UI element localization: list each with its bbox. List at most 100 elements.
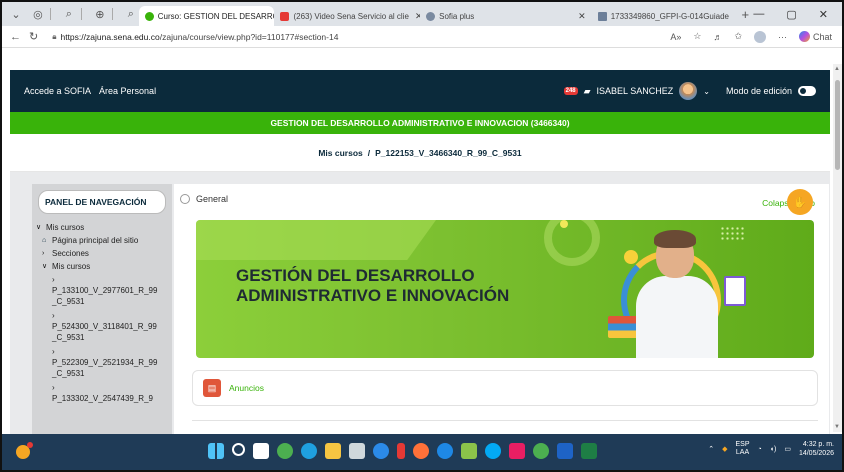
favorites-icon[interactable]: ✩	[734, 31, 742, 42]
profile-icon[interactable]	[753, 30, 766, 43]
widgets-icon[interactable]	[16, 442, 33, 459]
more-icon[interactable]: ···	[778, 32, 787, 42]
url-field[interactable]: 🔒︎ https://zajuna.sena.edu.co /zajuna/co…	[46, 28, 607, 45]
tab-menu-icon[interactable]: ⌄	[8, 6, 24, 22]
edit-mode-label: Modo de edición	[725, 86, 792, 96]
nav-course-item[interactable]: › P_524300_V_3118401_R_99_C_9531	[36, 310, 172, 343]
chevron-up-icon[interactable]: ⌃	[708, 445, 714, 453]
system-tray: ⌃ ◆ ESP LAA ◔ ◖) ▭ 4:32 p. m. 14/05/2026	[708, 440, 834, 458]
personal-area-link[interactable]: Área Personal	[99, 86, 156, 96]
copilot-icon[interactable]	[373, 443, 389, 459]
whatsapp-icon[interactable]	[533, 443, 549, 459]
scroll-up-icon[interactable]: ▲	[834, 66, 840, 72]
tab-course[interactable]: Curso: GESTION DEL DESARROLL ✕	[138, 6, 275, 26]
breadcrumb-separator: /	[367, 147, 371, 158]
edge-icon[interactable]	[301, 443, 317, 459]
window-controls: — ▢ ✕	[753, 8, 842, 21]
nav-course-item[interactable]: › P_133302_V_2547439_R_9	[36, 382, 172, 404]
handshake-help-icon[interactable]: ✋	[787, 189, 813, 215]
course-favicon-icon	[144, 11, 154, 21]
clock[interactable]: 4:32 p. m. 14/05/2026	[799, 440, 834, 458]
close-window-icon[interactable]: ✕	[819, 8, 828, 21]
chevron-right-icon: ›	[52, 275, 55, 284]
minimize-icon[interactable]: —	[753, 8, 764, 21]
extensions-icon[interactable]: ♬	[713, 32, 722, 42]
section-header[interactable]: General	[180, 194, 228, 204]
announcements-link[interactable]: Anuncios	[229, 383, 264, 393]
messages-icon[interactable]: ▰	[584, 86, 591, 97]
language-top: ESP	[735, 441, 750, 448]
globe-icon[interactable]: ⊕	[92, 6, 108, 22]
tab-sofia[interactable]: Sofia plus ✕	[420, 6, 592, 26]
firefox-icon[interactable]	[413, 443, 429, 459]
avatar[interactable]	[679, 82, 698, 100]
excel-icon[interactable]	[581, 443, 597, 459]
user-name[interactable]: ISABEL SANCHEZ	[597, 86, 674, 96]
banner-title-line1: GESTIÓN DEL DESARROLLO	[236, 266, 475, 285]
breadcrumb-current[interactable]: P_122153_V_3466340_R_99_C_9531	[375, 148, 522, 158]
favorite-star-icon[interactable]: ☆	[693, 31, 701, 42]
books-icon	[608, 316, 638, 338]
copilot-chat-button[interactable]: Chat	[798, 31, 832, 42]
tab-video[interactable]: (263) Video Sena Servicio al clie ✕	[274, 6, 420, 26]
language-bottom: LAA	[735, 449, 750, 456]
chrome-icon[interactable]	[277, 443, 293, 459]
scroll-down-icon[interactable]: ▼	[834, 424, 840, 430]
youtube-favicon-icon	[280, 11, 290, 21]
tab-bar: ⌄ ◎ ⌕ ⊕ ⌕ Curso: GESTION DEL DESARROLL ✕…	[2, 2, 842, 26]
tab-guide[interactable]: 1733349860_GFPI-G-014Guiade ✕	[592, 6, 732, 26]
close-tab-icon[interactable]: ✕	[578, 11, 586, 22]
battery-icon[interactable]: ▭	[784, 445, 791, 453]
nav-item[interactable]: › Secciones	[36, 248, 172, 259]
word-icon[interactable]	[557, 443, 573, 459]
app-s-icon[interactable]	[461, 443, 477, 459]
clipboard-icon	[724, 276, 746, 306]
announcements-item[interactable]: ▤ Anuncios	[192, 370, 818, 406]
nav-item-label: Mis cursos	[46, 223, 85, 232]
nav-item[interactable]: ∨ Mis cursos	[36, 222, 172, 233]
windows-start-icon[interactable]	[208, 443, 224, 459]
language-indicator[interactable]: ESP LAA	[736, 441, 750, 457]
browser-window: ⌄ ◎ ⌕ ⊕ ⌕ Curso: GESTION DEL DESARROLL ✕…	[0, 0, 844, 472]
forum-icon: ▤	[203, 379, 221, 397]
sofia-link[interactable]: Accede a SOFIA	[24, 86, 91, 96]
panel-title[interactable]: PANEL DE NAVEGACIÓN	[38, 190, 166, 214]
wifi-icon[interactable]: ◔	[758, 446, 762, 453]
breadcrumb-root[interactable]: Mis cursos	[318, 148, 362, 158]
scroll-thumb[interactable]	[835, 80, 840, 170]
restore-icon[interactable]: ▢	[786, 8, 796, 21]
app-tray-icon[interactable]: ◆	[722, 445, 727, 453]
store-icon[interactable]	[437, 443, 453, 459]
calculator-icon[interactable]	[349, 443, 365, 459]
search-icon[interactable]	[232, 443, 245, 456]
site-header: Accede a SOFIA Área Personal 248 ▰ ISABE…	[10, 70, 830, 112]
file-explorer-icon[interactable]	[253, 443, 269, 459]
shield-icon[interactable]	[509, 443, 525, 459]
volume-icon[interactable]: ◖)	[770, 446, 777, 453]
read-aloud-icon[interactable]: A»	[670, 32, 681, 42]
document-favicon-icon	[597, 11, 607, 21]
nav-tree: ∨ Mis cursos ⌂ Página principal del siti…	[32, 222, 172, 404]
new-tab-icon[interactable]: +	[737, 6, 753, 22]
nav-item[interactable]: ⌂ Página principal del sitio	[36, 235, 172, 246]
workspaces-icon[interactable]: ◎	[30, 6, 46, 22]
page-scrollbar[interactable]: ▲ ▼	[833, 64, 842, 432]
edit-mode-toggle[interactable]	[798, 86, 816, 96]
section-label: General	[196, 194, 229, 204]
collapse-circle-icon[interactable]	[180, 194, 190, 204]
url-host: https://zajuna.sena.edu.co	[60, 31, 160, 42]
reload-icon[interactable]: ↻	[29, 30, 38, 43]
nav-course-item[interactable]: › P_522309_V_2521934_R_99_C_9531	[36, 346, 172, 379]
notification-badge[interactable]: 248	[563, 87, 578, 95]
maps-icon[interactable]	[485, 443, 501, 459]
nav-course-item[interactable]: › P_133100_V_2977601_R_99_C_9531	[36, 274, 172, 307]
chevron-down-icon[interactable]: ⌄	[703, 87, 710, 96]
nav-item-label: Mis cursos	[52, 262, 91, 271]
search-tabs-icon[interactable]: ⌕	[61, 6, 77, 22]
search-icon[interactable]: ⌕	[123, 6, 139, 22]
back-icon[interactable]: ←	[10, 31, 21, 43]
nav-item[interactable]: ∨ Mis cursos	[36, 261, 172, 272]
media-icon[interactable]	[397, 443, 405, 459]
user-area: 248 ▰ ISABEL SANCHEZ ⌄ Modo de edición	[563, 82, 830, 100]
folder-icon[interactable]	[325, 443, 341, 459]
